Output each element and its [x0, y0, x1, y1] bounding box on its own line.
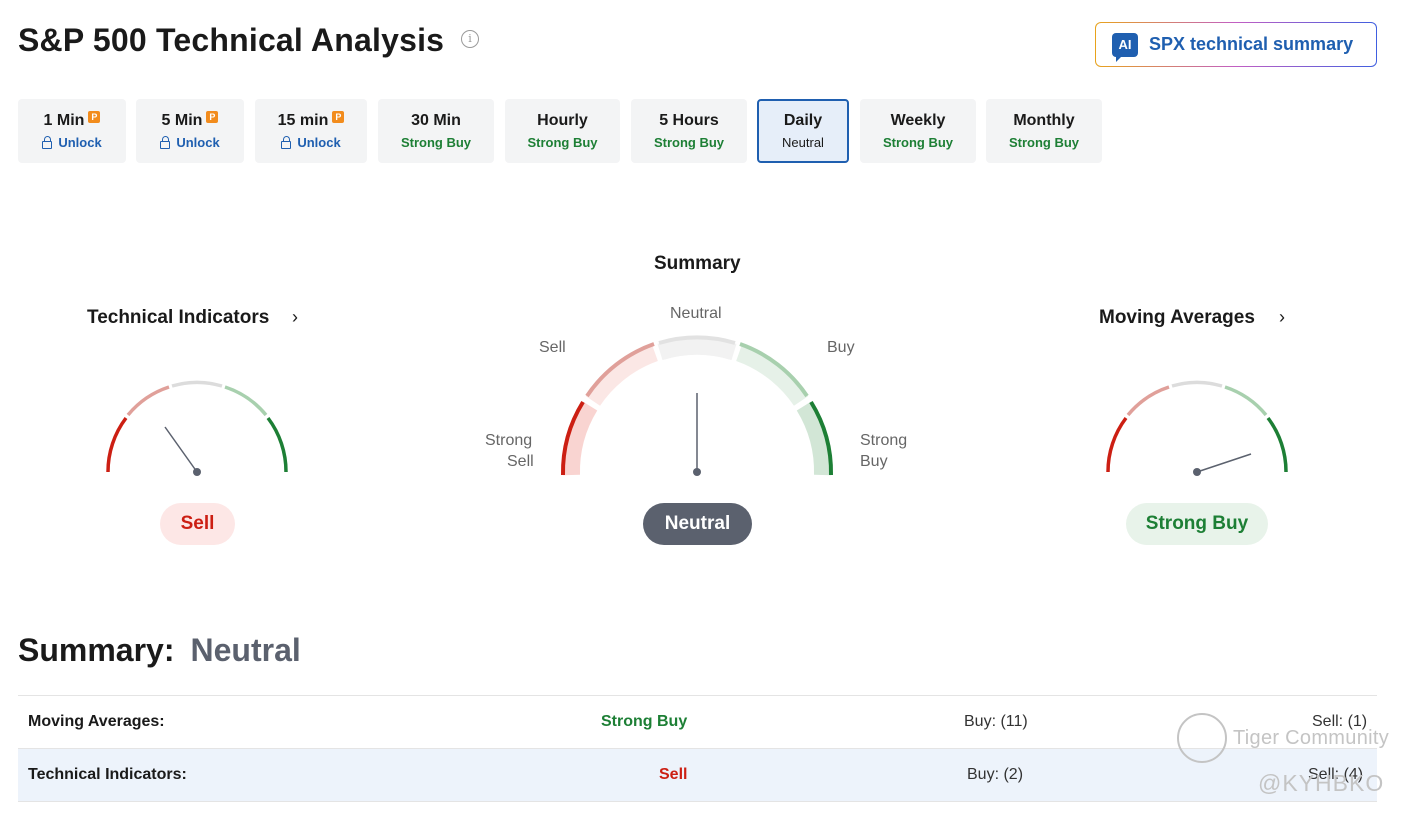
summary-gauge-title: Summary: [654, 253, 741, 274]
gauge-label-strong-buy-line1: Strong: [860, 432, 908, 449]
row-buy-count: Buy: (2): [967, 766, 1024, 783]
tab-name: Weekly: [890, 112, 946, 129]
row-label: Moving Averages:: [28, 713, 165, 730]
tab-value: Strong Buy: [653, 135, 725, 150]
tab-value: Unlock: [176, 135, 220, 150]
gauge-pivot: [1193, 468, 1201, 476]
divider: [18, 801, 1377, 802]
gauge-segment-buy: [1224, 385, 1268, 417]
gauge-pivot: [193, 468, 201, 476]
tab-name: Hourly: [537, 112, 588, 129]
tab-name: 1 Min: [43, 112, 85, 129]
pro-badge-icon: P: [206, 111, 219, 123]
gauge-segment-strong-buy: [266, 416, 288, 473]
lock-icon: [281, 135, 292, 149]
gauge-label-strong-sell-line1: Strong: [485, 432, 533, 449]
row-signal: Sell: [659, 766, 688, 783]
technical-indicators-result: Sell: [160, 503, 235, 545]
gauge-segment-neutral: [1171, 380, 1223, 388]
watermark-handle: @KYHBKO: [1258, 770, 1385, 796]
technical-indicators-gauge: [106, 380, 288, 476]
gauge-segment-strong-buy: [1266, 416, 1288, 473]
gauge-segment-strong-sell: [1106, 416, 1128, 473]
tab-weekly[interactable]: Weekly Strong Buy: [860, 99, 976, 163]
tab-5-min[interactable]: 5 Min P Unlock: [136, 99, 244, 163]
row-signal: Strong Buy: [601, 713, 688, 730]
tab-value: Strong Buy: [882, 135, 954, 150]
summary-heading-value: Neutral: [190, 632, 301, 668]
ai-button-label: SPX technical summary: [1149, 34, 1354, 54]
table-row: Technical Indicators: Sell Buy: (2) Sell…: [18, 748, 1377, 801]
tab-value: Strong Buy: [1008, 135, 1080, 150]
tab-hourly[interactable]: Hourly Strong Buy: [505, 99, 620, 163]
gauge-segment-neutral: [171, 380, 223, 388]
tab-30-min[interactable]: 30 Min Strong Buy: [378, 99, 494, 163]
summary-gauge: [560, 335, 834, 476]
gauge-segment-buy: [224, 385, 268, 417]
tab-value: Unlock: [297, 135, 341, 150]
tab-name: 5 Min: [161, 112, 203, 129]
chevron-right-icon[interactable]: ›: [292, 307, 298, 328]
tab-15-min[interactable]: 15 min P Unlock: [255, 99, 367, 163]
gauge-segment-strong-sell: [106, 416, 128, 473]
page-title: S&P 500 Technical Analysis: [18, 22, 445, 58]
lock-icon: [42, 135, 53, 149]
gauge-label-strong-sell-line2: Sell: [507, 453, 534, 470]
watermark-brand: Tiger Community: [1233, 727, 1390, 749]
gauge-needle: [1196, 453, 1252, 473]
gauge-segment-sell: [126, 385, 170, 417]
tab-value: Neutral: [782, 135, 824, 150]
tab-name: 30 Min: [411, 112, 461, 129]
tab-name: Daily: [783, 112, 823, 129]
gauge-fill-neutral: [657, 337, 737, 361]
chevron-right-icon[interactable]: ›: [1279, 307, 1285, 328]
tab-value: Strong Buy: [527, 135, 598, 150]
technical-indicators-title[interactable]: Technical Indicators: [87, 307, 269, 329]
lock-icon: [160, 135, 171, 149]
gauge-label-neutral: Neutral: [670, 305, 722, 322]
gauge-needle: [164, 426, 198, 473]
tab-monthly[interactable]: Monthly Strong Buy: [986, 99, 1102, 163]
pro-badge-icon: P: [332, 111, 345, 123]
moving-averages-title[interactable]: Moving Averages: [1099, 307, 1255, 329]
summary-result: Neutral: [643, 503, 752, 545]
gauge-segment-sell: [1126, 385, 1170, 417]
tab-daily[interactable]: Daily Neutral: [757, 99, 849, 163]
summary-heading: Summary: Neutral: [18, 632, 301, 669]
moving-averages-gauge: [1106, 380, 1288, 476]
tab-1-min[interactable]: 1 Min P Unlock: [18, 99, 126, 163]
moving-averages-result: Strong Buy: [1126, 503, 1268, 545]
tab-name: Monthly: [1013, 112, 1075, 129]
tab-5-hours[interactable]: 5 Hours Strong Buy: [631, 99, 747, 163]
info-circle-icon[interactable]: i: [461, 30, 479, 48]
tiger-logo-icon: [1177, 713, 1227, 763]
tab-value: Unlock: [58, 135, 102, 150]
summary-heading-label: Summary:: [18, 632, 175, 668]
tab-name: 5 Hours: [659, 112, 719, 129]
gauge-pivot: [693, 468, 701, 476]
row-label: Technical Indicators:: [28, 766, 187, 783]
row-buy-count: Buy: (11): [964, 713, 1028, 730]
tab-name: 15 min: [277, 112, 329, 129]
table-row: Moving Averages: Strong Buy Buy: (11) Se…: [18, 695, 1377, 748]
ai-badge-icon: AI: [1112, 32, 1138, 62]
ai-technical-summary-button[interactable]: AI SPX technical summary: [1095, 22, 1377, 67]
tab-value: Strong Buy: [400, 135, 472, 150]
pro-badge-icon: P: [88, 111, 101, 123]
gauge-label-strong-buy-line2: Buy: [860, 453, 888, 470]
